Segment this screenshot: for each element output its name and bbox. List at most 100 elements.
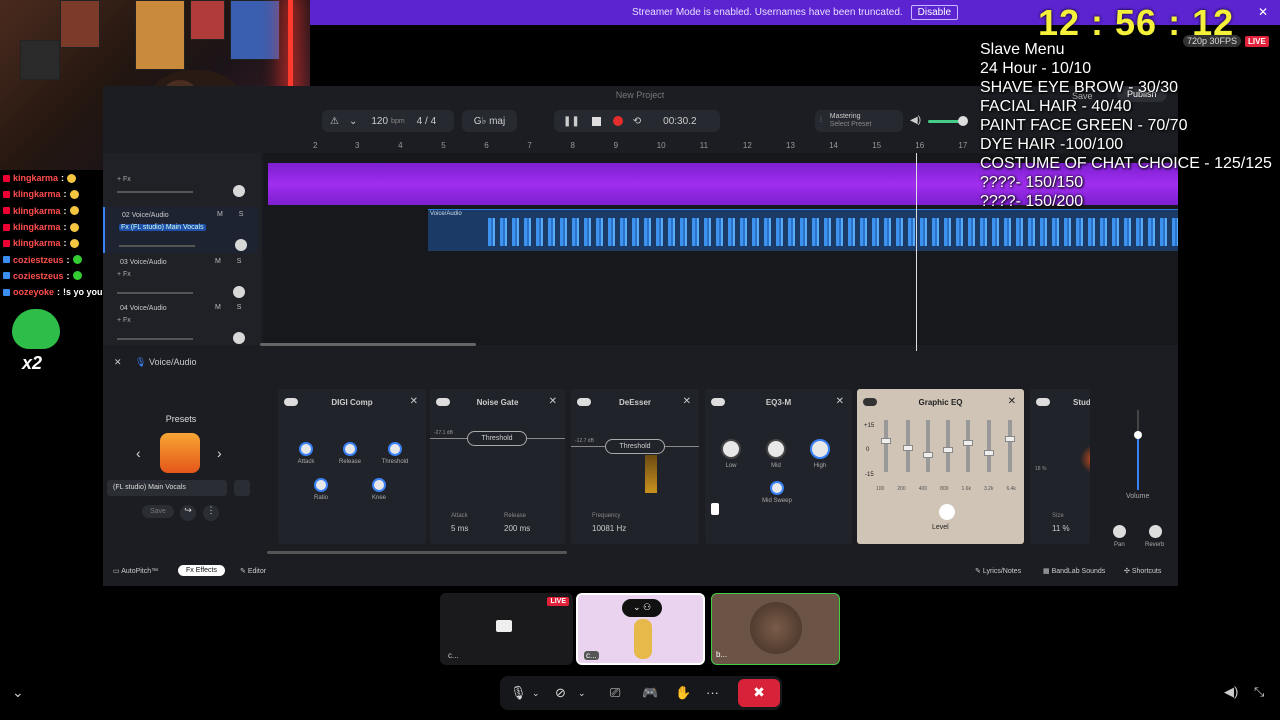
ratio-knob[interactable] [314,478,328,492]
eq-band-handle[interactable] [943,447,953,453]
plugin-toggle[interactable] [1036,398,1050,406]
track-header[interactable]: 03 Voice/Audio + Fx M S [103,254,258,300]
preset-select[interactable]: (FL studio) Main Vocals [107,480,227,496]
more-icon[interactable]: ··· [706,685,719,700]
eq-band-slider[interactable] [987,420,991,472]
chevron-down-icon[interactable]: ⌄ [578,688,586,699]
screen-share-thumbnail[interactable]: LIVE c... [440,593,573,665]
soundboard-icon[interactable]: ✋ [675,685,691,701]
playhead[interactable] [916,153,917,351]
track-volume-slider[interactable] [119,245,195,247]
eq-band-handle[interactable] [903,445,913,451]
track-header[interactable]: 04 Voice/Audio + Fx M S [103,300,258,346]
close-icon[interactable]: ✕ [410,396,418,407]
eq-band-slider[interactable] [926,420,930,472]
low-knob[interactable] [721,439,741,459]
avatar-thumbnail[interactable]: ⌄ ⚇ c... [576,593,705,665]
plugin-scrollbar[interactable] [267,551,567,554]
participants-icon[interactable]: ⌄ ⚇ [622,599,662,617]
more-icon[interactable]: ⋮ [203,505,219,521]
close-icon[interactable]: ✕ [836,396,844,407]
avatar-thumbnail[interactable]: b... [711,593,840,665]
lyrics-notes-button[interactable]: ✎ Lyrics/Notes [975,567,1021,575]
chevron-down-icon[interactable]: ⌄ [532,688,540,699]
close-icon[interactable]: ✕ [1258,5,1268,19]
level-knob[interactable] [939,504,955,520]
fx-chip[interactable]: Fx (FL studio) Main Vocals [119,224,206,231]
track-pan-knob[interactable] [233,185,245,197]
track-volume-slider[interactable] [117,338,193,340]
threshold-handle[interactable]: Threshold [605,439,665,454]
high-knob[interactable] [810,439,830,459]
exit-fullscreen-icon[interactable]: ⤡ [1254,684,1264,700]
mid-sweep-knob[interactable] [770,481,784,495]
time-signature[interactable]: 4 / 4 [417,116,436,127]
eq-band-handle[interactable] [923,452,933,458]
horizontal-scrollbar[interactable] [260,343,476,346]
track-pan-knob[interactable] [233,332,245,344]
close-icon[interactable]: ✕ [549,396,557,407]
key-select[interactable]: G♭ maj [462,110,517,132]
track-header[interactable]: + Fx [103,153,258,199]
stop-icon[interactable] [591,116,601,126]
shortcuts-button[interactable]: ✣ Shortcuts [1124,567,1161,575]
mute-solo-buttons[interactable]: M S [215,258,248,265]
editor-tab[interactable]: ✎ Editor [240,567,266,575]
size-value[interactable]: 11 % [1052,524,1070,533]
mute-solo-buttons[interactable]: M S [215,304,248,311]
volume-handle[interactable] [1134,431,1142,439]
eq-band-slider[interactable] [884,420,888,472]
autopitch-tab[interactable]: ▭ AutoPitch™ [113,567,158,575]
add-fx-button[interactable]: + Fx [117,271,131,278]
mid-knob[interactable] [766,439,786,459]
attack-value[interactable]: 5 ms [451,524,468,533]
knee-knob[interactable] [372,478,386,492]
eq-band-slider[interactable] [946,420,950,472]
leave-call-button[interactable]: ✖ [738,679,780,707]
close-icon[interactable]: ✕ [114,357,122,368]
track-pan-knob[interactable] [235,239,247,251]
bandlab-sounds-button[interactable]: ▦ BandLab Sounds [1043,567,1105,575]
close-icon[interactable]: ✕ [683,396,691,407]
disable-button[interactable]: Disable [910,5,959,20]
prev-preset-icon[interactable]: ‹ [136,445,141,461]
master-volume-handle[interactable] [958,116,968,126]
record-icon[interactable] [612,116,623,126]
volume-icon[interactable]: ◀) [910,115,921,126]
speaker-icon[interactable]: ◀) [1224,684,1238,700]
track-pan-knob[interactable] [233,286,245,298]
eq-band-handle[interactable] [881,438,891,444]
chevron-down-icon[interactable]: ⌄ [12,684,24,701]
preset-save-button[interactable]: Save [142,505,174,518]
track-volume-slider[interactable] [117,292,193,294]
eq-band-handle[interactable] [984,450,994,456]
reverb-knob[interactable] [1149,525,1162,538]
fl-icon[interactable] [234,480,250,496]
screen-share-icon[interactable]: ⎚ [610,685,620,701]
threshold-handle[interactable]: Threshold [467,431,527,446]
release-knob[interactable] [343,442,357,456]
mic-icon[interactable]: 🎙 [510,685,527,701]
threshold-knob[interactable] [388,442,402,456]
add-fx-button[interactable]: + Fx [117,317,131,324]
loop-icon[interactable]: ⟲ [633,116,641,127]
attack-knob[interactable] [299,442,313,456]
add-fx-button[interactable]: + Fx [117,176,131,183]
mute-solo-buttons[interactable]: M S [217,211,250,218]
track-volume-slider[interactable] [117,191,193,193]
audio-clip[interactable]: Voice/Audio [428,209,1178,251]
share-icon[interactable]: ↪ [180,505,196,521]
track-header[interactable]: 02 Voice/Audio Fx (FL studio) Main Vocal… [103,207,258,253]
effects-tab[interactable]: Fx Effects [178,565,226,576]
close-icon[interactable]: ✕ [1008,396,1016,407]
eq-band-slider[interactable] [1008,420,1012,472]
mastering-select[interactable]: ⫶ Mastering Select Preset [815,110,903,132]
eq-band-handle[interactable] [963,440,973,446]
bpm-value[interactable]: 120 [371,116,388,127]
frequency-value[interactable]: 10081 Hz [592,524,626,533]
activities-icon[interactable]: 🎮 [642,685,658,701]
metronome-icon[interactable]: ⚠ [330,116,339,127]
next-preset-icon[interactable]: › [217,445,222,461]
camera-off-icon[interactable]: ⊘ [555,685,566,701]
chevron-down-icon[interactable]: ⌄ [349,116,357,127]
